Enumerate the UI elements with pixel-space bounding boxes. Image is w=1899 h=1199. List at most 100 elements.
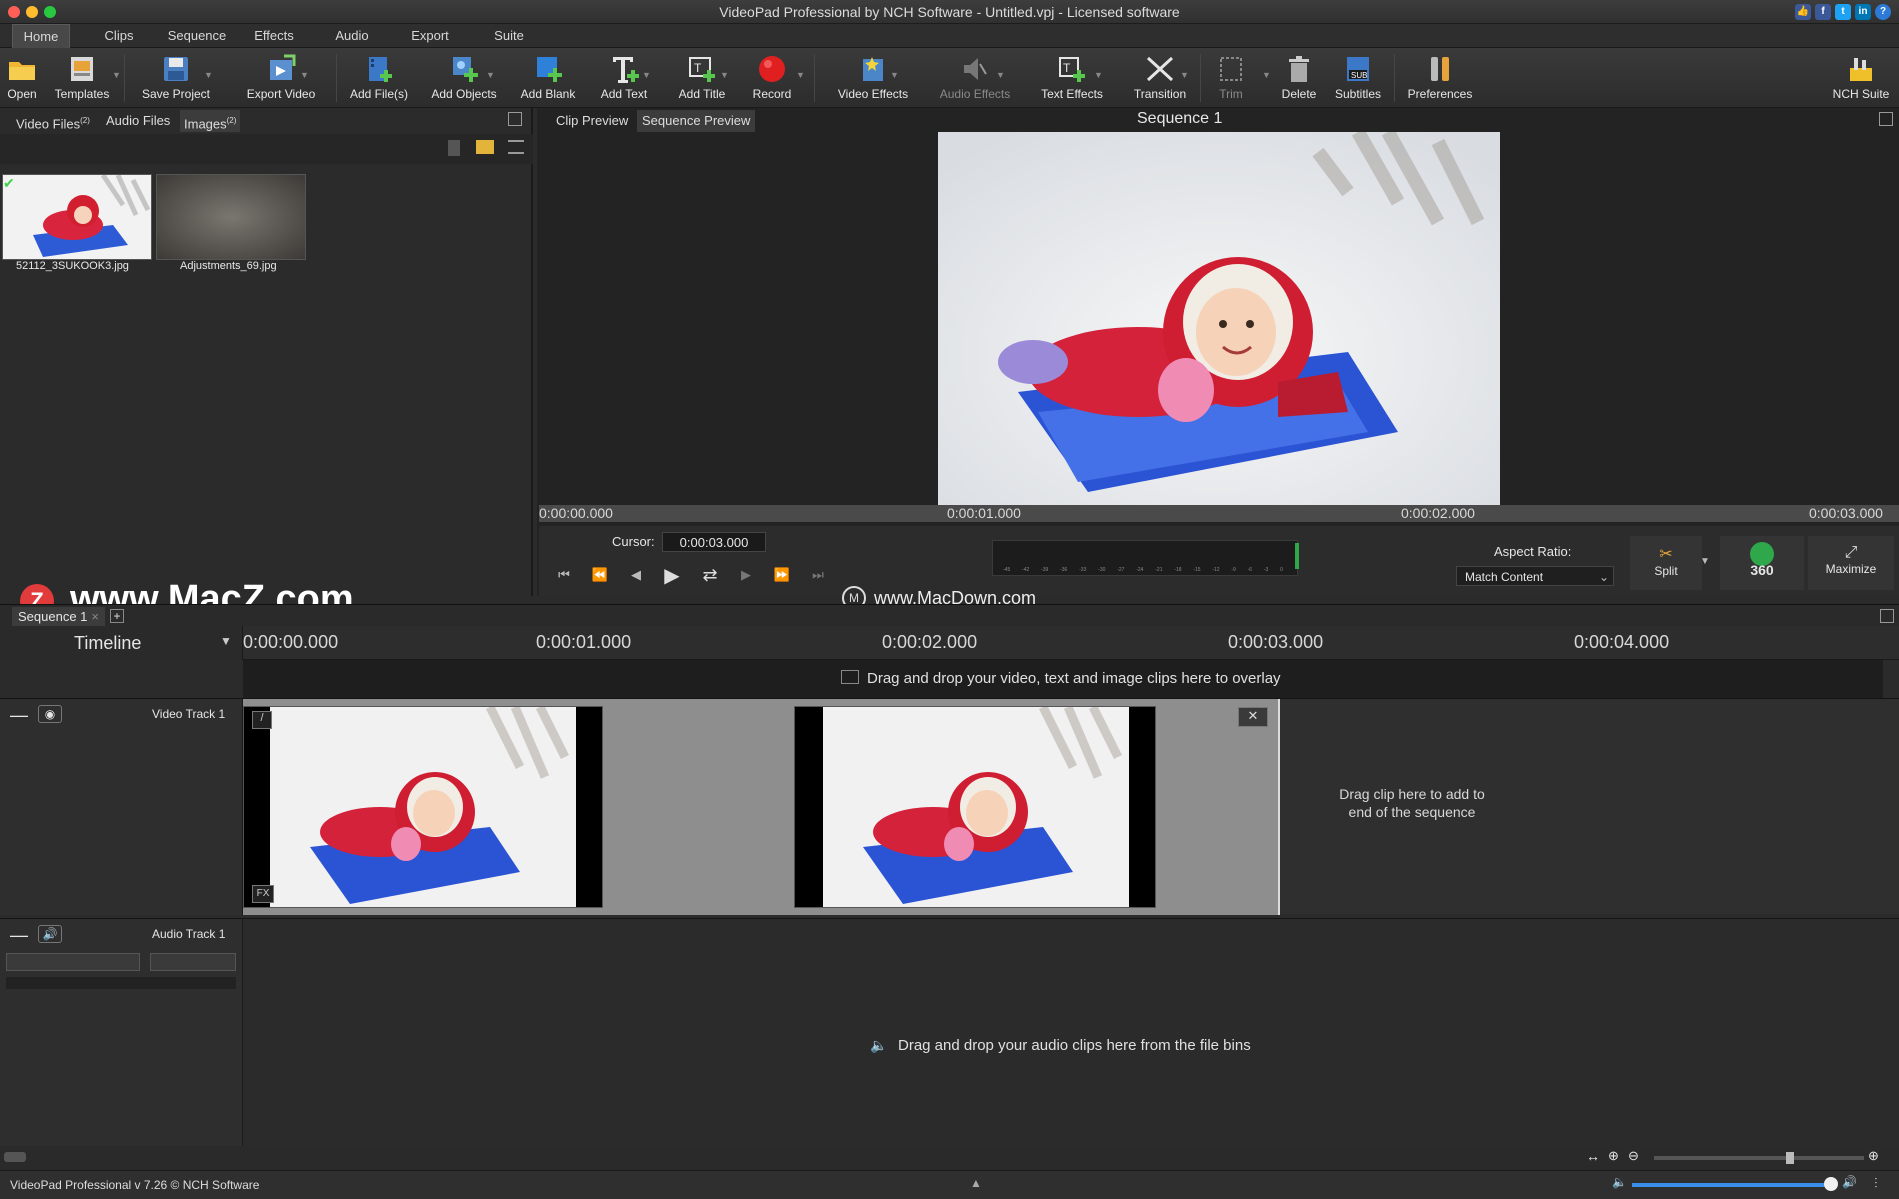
open-button[interactable]: Open xyxy=(2,50,42,106)
fx-button[interactable]: FX xyxy=(252,885,274,903)
tab-video-files[interactable]: Video Files(2) xyxy=(12,110,94,132)
overlay-track[interactable]: Drag and drop your video, text and image… xyxy=(243,660,1883,698)
aspect-ratio-select[interactable]: Match Content ⌄ xyxy=(1456,566,1614,586)
zoom-out-icon[interactable]: ⊖ xyxy=(1628,1148,1639,1164)
timeline-header: Timeline ▼ 0:00:00.000 0:00:01.000 0:00:… xyxy=(0,626,1899,660)
thumbnail-image xyxy=(157,175,305,259)
pan-slider[interactable] xyxy=(150,953,236,971)
tab-home[interactable]: Home xyxy=(12,24,70,48)
maximize-button[interactable]: ⤢ Maximize xyxy=(1808,536,1894,590)
split-dropdown[interactable]: ▼ xyxy=(1700,556,1710,567)
subtitles-button[interactable]: SUB Subtitles xyxy=(1330,50,1386,106)
twitter-icon[interactable]: t xyxy=(1835,4,1851,20)
zoom-slider[interactable] xyxy=(1654,1156,1864,1160)
file-thumbnail[interactable]: ✔ xyxy=(2,173,152,260)
menu-tabs: Home Clips Sequence Effects Audio Export… xyxy=(0,24,1899,48)
timeline-scroll-bar[interactable]: ↔ ⊕ ⊖ ⊕ xyxy=(0,1146,1899,1170)
tab-sequence-preview[interactable]: Sequence Preview xyxy=(637,110,756,132)
video-effects-button[interactable]: Video Effects xyxy=(828,50,918,106)
preferences-button[interactable]: Preferences xyxy=(1404,50,1476,106)
skip-to-end-button[interactable]: ⏭ xyxy=(804,562,832,588)
add-sequence-button[interactable]: + xyxy=(110,609,124,623)
zoom-slider-handle[interactable] xyxy=(1786,1152,1794,1164)
tab-images[interactable]: Images(2) xyxy=(180,110,241,132)
close-window-button[interactable] xyxy=(8,6,20,18)
trim-button[interactable]: Trim xyxy=(1206,50,1256,106)
volume-slider[interactable] xyxy=(6,953,140,971)
audio-track[interactable]: — 🔊 Audio Track 1 🔈 Drag and drop your a… xyxy=(0,918,1899,1149)
tab-audio-files[interactable]: Audio Files xyxy=(102,110,174,132)
fit-icon[interactable]: ↔ xyxy=(1586,1148,1600,1164)
master-volume-slider[interactable] xyxy=(1632,1183,1832,1187)
undock-icon[interactable] xyxy=(1880,609,1894,623)
tab-effects[interactable]: Effects xyxy=(248,24,300,48)
next-frame-button[interactable]: ⏩ xyxy=(768,562,796,588)
tab-clips[interactable]: Clips xyxy=(94,24,144,48)
record-button[interactable]: Record xyxy=(744,50,800,106)
file-name: 52112_3SUKOOK3.jpg xyxy=(16,260,129,272)
eye-icon[interactable]: ◉ xyxy=(38,705,62,723)
meter-scale-label: -9 xyxy=(1231,567,1236,573)
collapse-icon[interactable]: — xyxy=(10,705,28,726)
tab-clip-preview[interactable]: Clip Preview xyxy=(551,110,633,132)
status-text: VideoPad Professional v 7.26 © NCH Softw… xyxy=(10,1178,260,1192)
cursor-label: Cursor: xyxy=(612,534,655,549)
tab-sequence[interactable]: Sequence xyxy=(164,24,230,48)
undock-icon[interactable] xyxy=(508,112,522,126)
add-files-icon xyxy=(363,52,395,86)
transition-icon[interactable]: ✕ xyxy=(1238,707,1268,727)
zoom-window-button[interactable] xyxy=(44,6,56,18)
speaker-icon[interactable]: 🔊 xyxy=(38,925,62,943)
scrollbar-thumb[interactable] xyxy=(4,1152,26,1162)
close-icon[interactable]: × xyxy=(91,609,99,624)
folder-icon[interactable] xyxy=(476,140,494,154)
facebook-icon[interactable]: f xyxy=(1815,4,1831,20)
split-button[interactable]: ✂ Split xyxy=(1630,536,1702,590)
meter-scale-label: -18 xyxy=(1174,567,1182,573)
minimize-window-button[interactable] xyxy=(26,6,38,18)
video-clip[interactable]: / FX xyxy=(243,706,603,908)
loop-button[interactable]: ⇄ xyxy=(696,562,724,588)
tab-suite[interactable]: Suite xyxy=(484,24,534,48)
vr360-button[interactable]: 360 xyxy=(1720,536,1804,590)
step-forward-button[interactable]: ▶ xyxy=(732,562,760,588)
like-icon[interactable]: 👍 xyxy=(1795,4,1811,20)
delete-button[interactable]: Delete xyxy=(1276,50,1322,106)
zoom-fit-icon[interactable]: ⊕ xyxy=(1608,1148,1619,1164)
video-clip[interactable] xyxy=(794,706,1156,908)
meter-scale-label: -6 xyxy=(1247,567,1253,573)
cursor-time-field[interactable]: 0:00:03.000 xyxy=(662,532,766,552)
step-back-button[interactable]: ◀ xyxy=(622,562,650,588)
play-button[interactable]: ▶ xyxy=(658,562,686,588)
master-volume-handle[interactable] xyxy=(1824,1177,1838,1191)
list-view-icon[interactable] xyxy=(508,140,524,154)
linkedin-icon[interactable]: in xyxy=(1855,4,1871,20)
help-icon[interactable]: ? xyxy=(1875,4,1891,20)
meter-scale-label: -12 xyxy=(1212,567,1220,573)
expand-icon: ⤢ xyxy=(1844,544,1858,561)
add-blank-button[interactable]: Add Blank xyxy=(516,50,580,106)
nch-suite-button[interactable]: NCH Suite xyxy=(1828,50,1894,106)
tab-export[interactable]: Export xyxy=(404,24,456,48)
tab-audio[interactable]: Audio xyxy=(326,24,378,48)
playhead[interactable] xyxy=(1278,699,1280,915)
meter-scale-label: -24 xyxy=(1136,567,1144,573)
templates-button[interactable]: Templates xyxy=(50,50,114,106)
trash-icon[interactable] xyxy=(448,140,460,156)
collapse-icon[interactable]: — xyxy=(10,925,28,946)
export-video-button[interactable]: Export Video xyxy=(240,50,322,106)
meter-scale-label: -15 xyxy=(1193,567,1201,573)
preview-ruler[interactable]: 0:00:00.000 0:00:01.000 0:00:02.000 0:00… xyxy=(539,505,1899,523)
ruler-tick: 0:00:04.000 xyxy=(1574,632,1670,652)
skip-to-start-button[interactable]: ⏮ xyxy=(550,562,578,588)
previous-frame-button[interactable]: ⏪ xyxy=(586,562,614,588)
timeline-mode-select[interactable]: Timeline ▼ xyxy=(0,626,243,660)
mixer-icon[interactable]: ⫶ xyxy=(1874,1175,1878,1192)
undock-icon[interactable] xyxy=(1879,112,1893,126)
expand-panel-icon[interactable]: ▲ xyxy=(970,1176,982,1190)
zoom-in-icon[interactable]: ⊕ xyxy=(1868,1148,1879,1164)
tab-sequence-1[interactable]: Sequence 1 × xyxy=(12,607,105,627)
add-files-button[interactable]: Add File(s) xyxy=(346,50,412,106)
file-thumbnail[interactable] xyxy=(156,174,306,260)
clip-envelope-icon[interactable]: / xyxy=(252,711,272,729)
